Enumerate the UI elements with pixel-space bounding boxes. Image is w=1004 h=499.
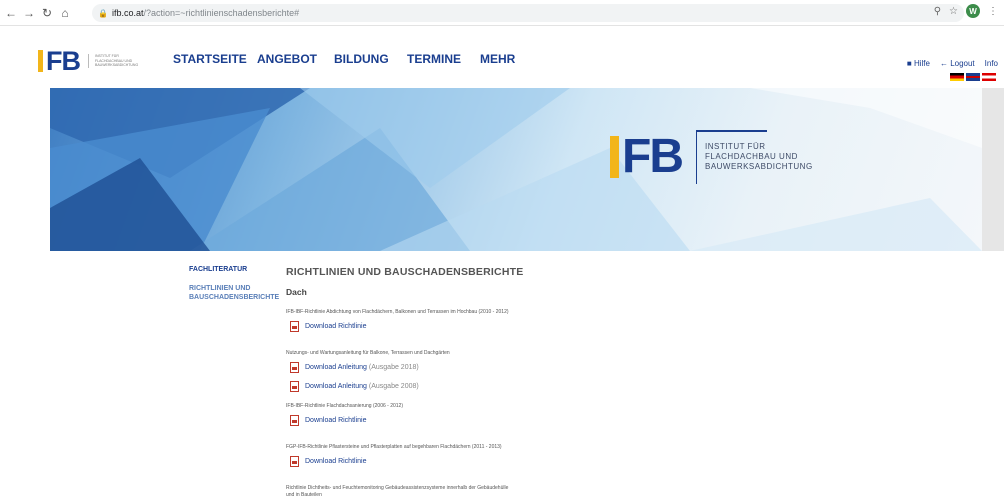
entry-title: Richtlinie Dichtheits- und Feuchtemonito… (286, 485, 509, 498)
download-link[interactable]: Download Richtlinie (290, 321, 886, 332)
entry-title: IFB-IBF-Richtlinie Abdichtung von Flachd… (286, 309, 509, 315)
logo-subtext: INSTITUT FÜR FLACHDACHBAU UND BAUWERKSAB… (88, 54, 148, 68)
logout-arrow-icon: ← (939, 59, 948, 68)
pdf-icon (290, 321, 299, 332)
entry-title: FGP-IFB-Richtlinie Pflastersteine und Pf… (286, 444, 502, 450)
pdf-icon (290, 381, 299, 392)
hero-shapes (50, 88, 982, 251)
logout-link[interactable]: ← Logout (940, 59, 975, 68)
browser-toolbar: ← → ↻ ⌂ 🔒 ifb.co.at /?action=~richtlinie… (0, 0, 1004, 26)
nav-angebot[interactable]: ANGEBOT (257, 52, 334, 66)
flag-de-icon[interactable] (950, 73, 964, 81)
entry-title: Nutzungs- und Wartungsanleitung für Balk… (286, 350, 450, 356)
url-path: /?action=~richtlinienschadensberichte# (143, 8, 300, 18)
back-icon[interactable]: ← (4, 6, 18, 20)
profile-avatar[interactable]: W (966, 4, 980, 18)
hero-banner: FB INSTITUT FÜR FLACHDACHBAU UND BAUWERK… (50, 88, 982, 251)
forward-icon[interactable]: → (22, 6, 36, 20)
nav-bildung[interactable]: BILDUNG (334, 52, 407, 66)
bookmark-star-icon[interactable]: ☆ (949, 6, 958, 17)
menu-kebab-icon[interactable]: ⋮ (988, 6, 998, 17)
zoom-icon[interactable]: ⚲ (934, 6, 941, 17)
hero-logo: FB INSTITUT FÜR FLACHDACHBAU UND BAUWERK… (610, 130, 813, 184)
nav-termine[interactable]: TERMINE (407, 52, 480, 66)
reload-icon[interactable]: ↻ (40, 6, 54, 20)
section-title: Dach (286, 287, 307, 297)
hero-subtitle-line2: FLACHDACHBAU UND (704, 152, 798, 161)
lock-icon: 🔒 (98, 9, 108, 18)
download-link[interactable]: Download Anleitung (Ausgabe 2018) (290, 362, 886, 373)
info-link[interactable]: Info (985, 59, 998, 68)
help-icon: ■ (906, 59, 912, 68)
page-title: RICHTLINIEN UND BAUSCHADENSBERICHTE (286, 266, 524, 278)
download-link[interactable]: Download Richtlinie (290, 456, 886, 467)
sidebar-item-richtlinien[interactable]: RICHTLINIEN UND BAUSCHADENSBERICHTE (189, 284, 284, 302)
flag-at-icon[interactable] (982, 73, 996, 81)
sidebar: FACHLITERATUR RICHTLINIEN UND BAUSCHADEN… (189, 265, 284, 302)
download-link[interactable]: Download Anleitung (Ausgabe 2008) (290, 381, 886, 392)
nav-startseite[interactable]: STARTSEITE (173, 52, 257, 66)
home-icon[interactable]: ⌂ (58, 6, 72, 20)
pdf-icon (290, 362, 299, 373)
site-logo[interactable]: FB INSTITUT FÜR FLACHDACHBAU UND BAUWERK… (38, 47, 148, 75)
download-link[interactable]: Download Richtlinie (290, 415, 886, 426)
address-bar[interactable]: 🔒 ifb.co.at /?action=~richtlinienschaden… (92, 4, 964, 22)
nav-mehr[interactable]: MEHR (480, 52, 515, 66)
hero-subtitle-line3: BAUWERKSABDICHTUNG (704, 162, 813, 171)
pdf-icon (290, 456, 299, 467)
main-content: RICHTLINIEN UND BAUSCHADENSBERICHTE Dach… (286, 266, 886, 499)
sidebar-item-fachliteratur[interactable]: FACHLITERATUR (189, 265, 284, 274)
hero-subtitle-line1: INSTITUT FÜR (704, 142, 766, 151)
hero-side-strip (982, 88, 1004, 251)
flag-uk-icon[interactable] (966, 73, 980, 81)
pdf-icon (290, 415, 299, 426)
help-link[interactable]: ■ Hilfe (907, 59, 930, 68)
entry-title: IFB-IBF-Richtlinie Flachdachsanierung (2… (286, 403, 403, 409)
url-host: ifb.co.at (112, 8, 144, 18)
main-nav: STARTSEITE ANGEBOT BILDUNG TERMINE MEHR (173, 52, 515, 66)
